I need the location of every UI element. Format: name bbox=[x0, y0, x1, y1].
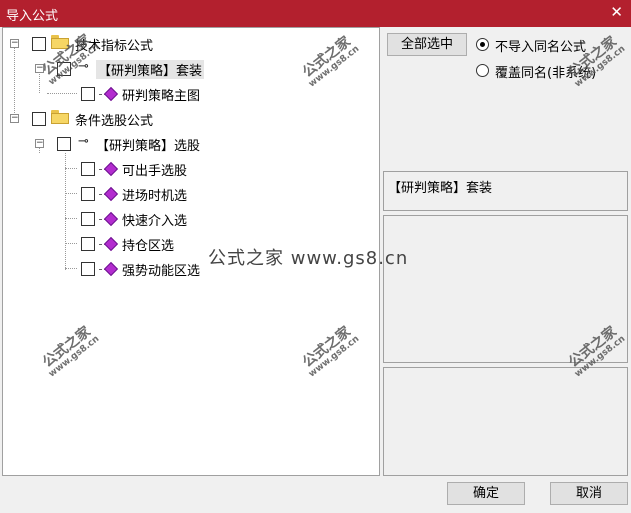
tree-checkbox[interactable] bbox=[81, 162, 95, 176]
window-title: 导入公式 bbox=[6, 9, 59, 24]
info-panel: 【研判策略】套装 bbox=[383, 171, 628, 211]
center-watermark: 公式之家 www.gs8.cn bbox=[208, 248, 409, 269]
indicator-icon bbox=[103, 186, 119, 202]
tree-node-screening-formulas[interactable]: − 条件选股公式 bbox=[3, 109, 203, 129]
ok-button[interactable]: 确定 bbox=[447, 482, 525, 505]
tree-node-tradable-pick[interactable]: 可出手选股 bbox=[3, 159, 233, 179]
indicator-icon bbox=[103, 211, 119, 227]
info-panel-text: 【研判策略】套装 bbox=[388, 181, 493, 196]
indicator-icon bbox=[103, 161, 119, 177]
tree-node-holding-zone[interactable]: 持仓区选 bbox=[3, 234, 233, 254]
tree-node-label: 【研判策略】选股 bbox=[96, 139, 201, 154]
collapse-icon[interactable]: − bbox=[10, 114, 19, 123]
tree-node-strategy-screening[interactable]: − ⊸ 【研判策略】选股 bbox=[3, 134, 233, 154]
title-bar: 导入公式 ✕ bbox=[0, 0, 631, 27]
tree-node-label: 研判策略主图 bbox=[122, 89, 201, 104]
tree-node-label: 条件选股公式 bbox=[75, 114, 154, 129]
tree-checkbox[interactable] bbox=[81, 212, 95, 226]
tree-node-label: 强势动能区选 bbox=[122, 264, 201, 279]
radio-skip-label: 不导入同名公式 bbox=[495, 40, 587, 55]
tree-checkbox[interactable] bbox=[81, 262, 95, 276]
cancel-button[interactable]: 取消 bbox=[550, 482, 628, 505]
select-all-button[interactable]: 全部选中 bbox=[387, 33, 467, 56]
detail-panel bbox=[383, 367, 628, 476]
tree-node-quick-entry[interactable]: 快速介入选 bbox=[3, 209, 233, 229]
collapse-icon[interactable]: − bbox=[35, 139, 44, 148]
tree-checkbox[interactable] bbox=[32, 37, 46, 51]
folder-icon bbox=[51, 110, 69, 124]
tree-node-label: 【研判策略】套装 bbox=[96, 60, 205, 79]
tree-node-tech-formulas[interactable]: − 技术指标公式 bbox=[3, 34, 203, 54]
tree-checkbox[interactable] bbox=[81, 237, 95, 251]
tree-node-strategy-suite[interactable]: − ⊸ 【研判策略】套装 bbox=[3, 59, 233, 79]
tree-node-strategy-main-chart[interactable]: 研判策略主图 bbox=[3, 84, 233, 104]
radio-skip-duplicates[interactable] bbox=[476, 38, 489, 51]
indicator-icon bbox=[103, 236, 119, 252]
tree-checkbox[interactable] bbox=[81, 187, 95, 201]
tree-node-strong-momentum[interactable]: 强势动能区选 bbox=[3, 259, 233, 279]
tree-node-label: 持仓区选 bbox=[122, 239, 175, 254]
tree-checkbox[interactable] bbox=[32, 112, 46, 126]
indicator-icon bbox=[103, 261, 119, 277]
tree-node-label: 可出手选股 bbox=[122, 164, 188, 179]
tree-node-label: 快速介入选 bbox=[122, 214, 188, 229]
tree-checkbox[interactable] bbox=[81, 87, 95, 101]
tree-connector bbox=[14, 44, 15, 119]
close-icon[interactable]: ✕ bbox=[610, 3, 623, 21]
indicator-icon bbox=[103, 86, 119, 102]
radio-overwrite-duplicates[interactable] bbox=[476, 64, 489, 77]
tree-checkbox[interactable] bbox=[57, 137, 71, 151]
key-icon: ⊸ bbox=[78, 134, 89, 149]
tree-node-entry-timing[interactable]: 进场时机选 bbox=[3, 184, 233, 204]
tree-node-label: 进场时机选 bbox=[122, 189, 188, 204]
collapse-icon[interactable]: − bbox=[10, 39, 19, 48]
